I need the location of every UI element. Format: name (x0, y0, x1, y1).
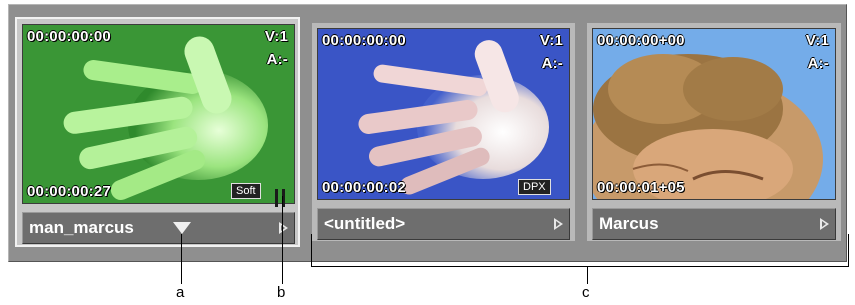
clip-viewer[interactable]: 00:00:00:00 V:1 A:- 00:00:00:02 DPX (317, 28, 570, 200)
timecode-bottom: 00:00:00:02 (322, 179, 406, 196)
callout-line-c (587, 266, 588, 284)
audio-track-label: A:- (541, 55, 563, 72)
callout-line-b (282, 196, 283, 284)
face-thumbnail-image (593, 29, 835, 199)
clip-name[interactable]: Marcus (599, 214, 659, 234)
callout-bracket-c (311, 266, 849, 267)
play-arrow-icon[interactable] (279, 222, 288, 234)
timecode-top: 00:00:00:00 (322, 32, 406, 49)
timecode-bottom: 00:00:01+05 (597, 179, 685, 196)
trim-bracket-icon[interactable] (275, 189, 285, 207)
video-track-label: V:1 (264, 28, 288, 45)
clip-panel-untitled[interactable]: 00:00:00:00 V:1 A:- 00:00:00:02 DPX <unt… (312, 23, 575, 241)
play-arrow-icon[interactable] (554, 218, 563, 230)
video-track-label: V:1 (539, 32, 563, 49)
format-badge: DPX (518, 179, 551, 195)
callout-line-a (181, 234, 182, 284)
hand-thumbnail-image (23, 25, 294, 203)
callout-label-a: a (176, 284, 185, 301)
callout-label-c: c (582, 284, 590, 301)
callout-bracket-c-left (311, 234, 312, 267)
video-track-label: V:1 (805, 32, 829, 49)
clip-panel-man-marcus[interactable]: 00:00:00:00 V:1 A:- 00:00:00:27 Soft man… (15, 17, 300, 247)
clip-name[interactable]: man_marcus (29, 218, 134, 238)
clip-name-bar[interactable]: Marcus (592, 208, 836, 240)
clip-strip: 00:00:00:00 V:1 A:- 00:00:00:27 Soft man… (8, 4, 847, 262)
audio-track-label: A:- (807, 55, 829, 72)
clip-name[interactable]: <untitled> (324, 214, 405, 234)
timecode-bottom: 00:00:00:27 (27, 183, 111, 200)
dropdown-triangle-icon[interactable] (173, 222, 191, 234)
clip-viewer[interactable]: 00:00:00+00 V:1 A:- 00:00:01+05 (592, 28, 836, 200)
hand-thumbnail-image (318, 29, 569, 199)
callout-bracket-c-right (848, 234, 849, 267)
callout-label-b: b (277, 284, 286, 301)
clip-viewer[interactable]: 00:00:00:00 V:1 A:- 00:00:00:27 Soft (22, 24, 295, 204)
clip-name-bar[interactable]: man_marcus (22, 212, 295, 244)
resolution-badge: Soft (231, 183, 261, 199)
audio-track-label: A:- (266, 51, 288, 68)
timecode-top: 00:00:00:00 (27, 28, 111, 45)
play-arrow-icon[interactable] (820, 218, 829, 230)
clip-panel-marcus[interactable]: 00:00:00+00 V:1 A:- 00:00:01+05 Marcus (587, 23, 841, 241)
timecode-top: 00:00:00+00 (597, 32, 685, 49)
clip-name-bar[interactable]: <untitled> (317, 208, 570, 240)
